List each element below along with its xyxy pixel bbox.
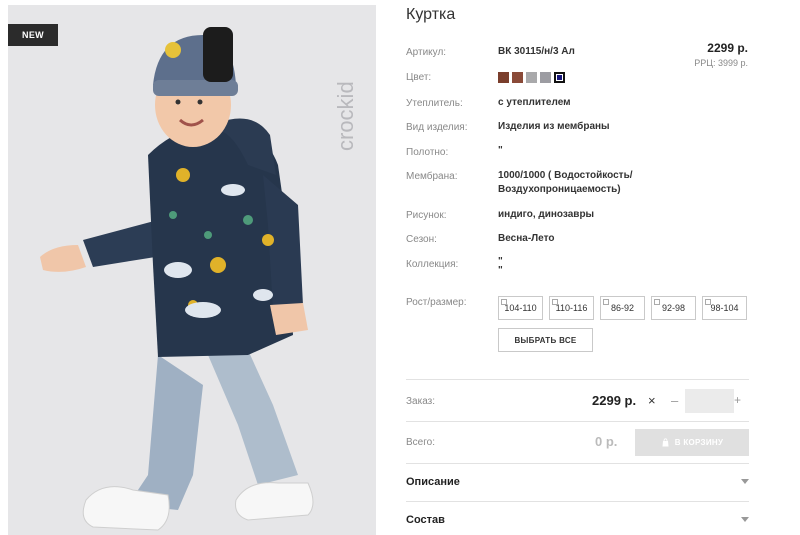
increase-button[interactable]: + <box>734 393 741 407</box>
total-value: 0 р. <box>595 434 618 449</box>
size-option[interactable]: 104-110 <box>498 296 543 320</box>
insulation-value: с утеплителем <box>498 97 571 108</box>
membrane-label: Мембрана: <box>406 171 458 182</box>
order-price: 2299 р. <box>592 393 637 408</box>
product-image[interactable]: NEW crockid <box>8 5 376 535</box>
brand-logo: crockid <box>333 81 358 151</box>
color-swatches <box>498 72 565 83</box>
divider <box>406 501 749 502</box>
order-label: Заказ: <box>406 396 436 407</box>
chevron-down-icon[interactable] <box>741 517 749 522</box>
size-option-label: 98-104 <box>710 303 739 313</box>
season-label: Сезон: <box>406 234 437 245</box>
color-swatch[interactable] <box>512 72 523 83</box>
bag-icon <box>662 438 669 447</box>
checkbox-icon <box>603 299 609 305</box>
new-badge: NEW <box>8 24 58 46</box>
checkbox-icon <box>654 299 660 305</box>
multiply-icon: × <box>648 393 656 408</box>
color-swatch[interactable] <box>540 72 551 83</box>
fabric-value: " <box>498 145 503 156</box>
divider <box>406 379 749 380</box>
size-option[interactable]: 98-104 <box>702 296 747 320</box>
product-price: 2299 р. <box>707 41 748 55</box>
color-swatch[interactable] <box>498 72 509 83</box>
membrane-value-line2: Воздухопроницаемость) <box>498 184 621 195</box>
checkbox-icon <box>501 299 507 305</box>
divider <box>406 421 749 422</box>
chevron-down-icon[interactable] <box>741 479 749 484</box>
collection-label: Коллекция: <box>406 259 459 270</box>
decrease-button[interactable]: – <box>671 393 678 408</box>
fabric-label: Полотно: <box>406 147 449 158</box>
pattern-value: индиго, динозавры <box>498 209 595 220</box>
size-option-label: 86-92 <box>610 303 635 313</box>
add-to-cart-label: В КОРЗИНУ <box>674 438 724 447</box>
divider <box>406 463 749 464</box>
add-to-cart-button[interactable]: В КОРЗИНУ <box>635 429 749 456</box>
composition-accordion[interactable]: Состав <box>406 514 445 526</box>
collection-value-line2: " <box>498 265 503 276</box>
insulation-label: Утеплитель: <box>406 98 463 109</box>
total-label: Всего: <box>406 437 435 448</box>
size-label: Рост/размер: <box>406 297 467 308</box>
type-label: Вид изделия: <box>406 122 468 133</box>
product-title: Куртка <box>406 6 456 23</box>
quantity-input[interactable] <box>685 389 734 413</box>
size-option-label: 104-110 <box>504 303 537 313</box>
checkbox-icon <box>552 299 558 305</box>
season-value: Весна-Лето <box>498 233 555 244</box>
membrane-value-line1: 1000/1000 ( Водостойкость/ <box>498 170 633 181</box>
size-options: 104-110 110-116 86-92 92-98 98-104 <box>498 296 747 320</box>
product-illustration <box>8 5 376 535</box>
description-accordion[interactable]: Описание <box>406 476 460 488</box>
type-value: Изделия из мембраны <box>498 121 610 132</box>
size-option[interactable]: 86-92 <box>600 296 645 320</box>
size-option[interactable]: 110-116 <box>549 296 594 320</box>
pattern-label: Рисунок: <box>406 210 447 221</box>
article-value: ВК 30115/н/3 Ал <box>498 46 575 57</box>
recommended-price: РРЦ: 3999 р. <box>694 58 748 68</box>
color-swatch-selected[interactable] <box>554 72 565 83</box>
select-all-button[interactable]: ВЫБРАТЬ ВСЕ <box>498 328 593 352</box>
color-label: Цвет: <box>406 72 432 83</box>
color-swatch[interactable] <box>526 72 537 83</box>
checkbox-icon <box>705 299 711 305</box>
size-option-label: 92-98 <box>661 303 686 313</box>
size-option-label: 110-116 <box>555 303 588 313</box>
size-option[interactable]: 92-98 <box>651 296 696 320</box>
brand-logo-text: crockid <box>333 81 358 151</box>
article-label: Артикул: <box>406 47 447 58</box>
